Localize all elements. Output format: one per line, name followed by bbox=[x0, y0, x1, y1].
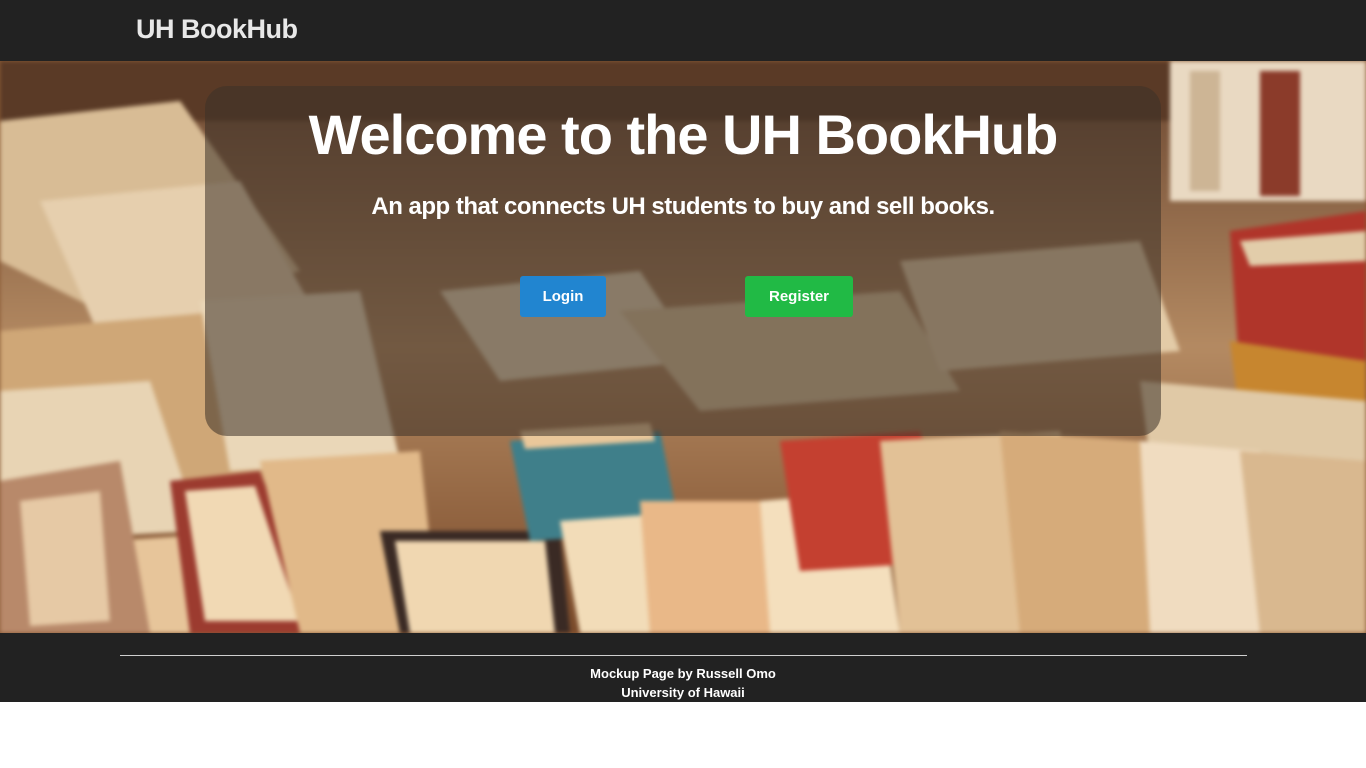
welcome-panel: Welcome to the UH BookHub An app that co… bbox=[205, 86, 1161, 436]
footer-university: University of Hawaii bbox=[621, 685, 745, 700]
login-button[interactable]: Login bbox=[520, 276, 606, 317]
page-subtitle: An app that connects UH students to buy … bbox=[371, 193, 995, 220]
register-button[interactable]: Register bbox=[745, 276, 853, 317]
top-navbar: UH BookHub bbox=[0, 0, 1366, 61]
footer-divider bbox=[120, 655, 1247, 656]
brand-logo-link[interactable]: UH BookHub bbox=[136, 14, 298, 45]
footer: Mockup Page by Russell Omo University of… bbox=[0, 633, 1366, 702]
footer-credit: Mockup Page by Russell Omo bbox=[590, 666, 776, 681]
page-title: Welcome to the UH BookHub bbox=[308, 103, 1059, 166]
hero-section: Welcome to the UH BookHub An app that co… bbox=[0, 61, 1366, 633]
